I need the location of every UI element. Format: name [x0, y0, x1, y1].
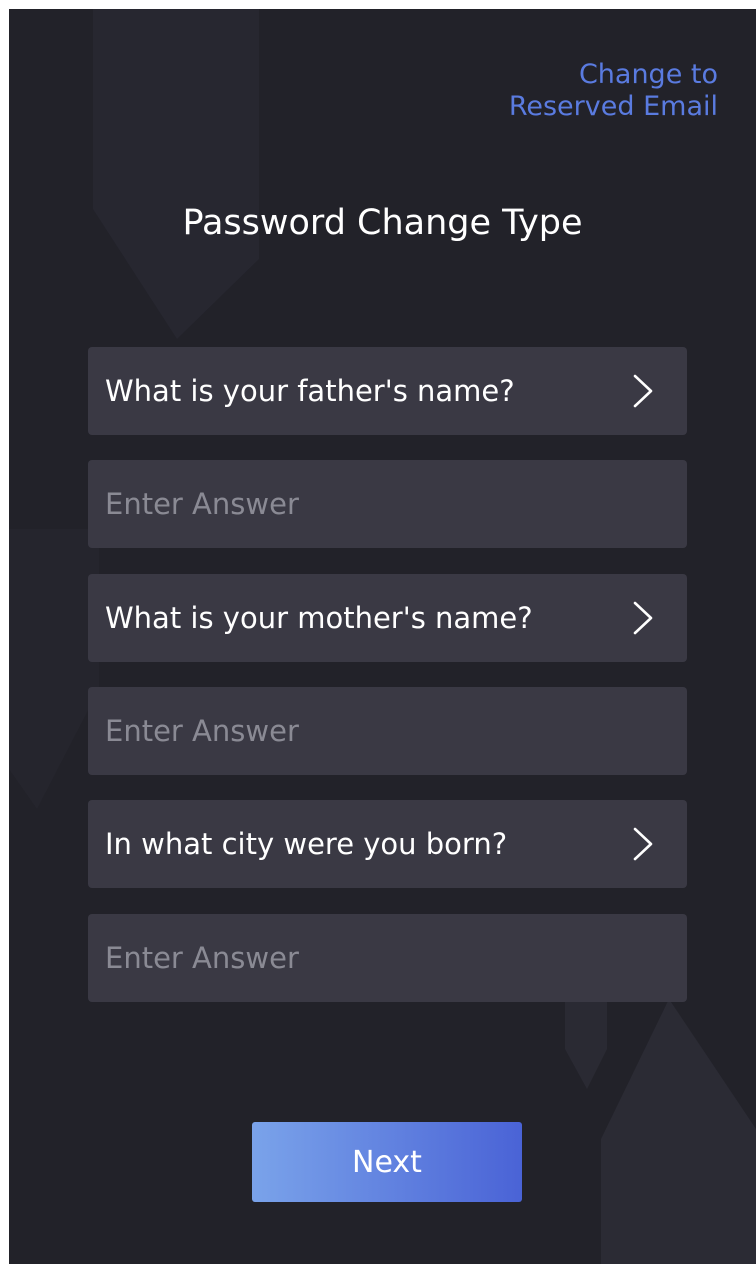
security-question-1-label: What is your father's name? [105, 374, 515, 408]
security-answer-1-input[interactable] [88, 460, 687, 548]
next-button[interactable]: Next [252, 1122, 522, 1202]
security-answer-2-input[interactable] [88, 687, 687, 775]
page-title: Password Change Type [182, 203, 583, 243]
security-question-2-label: What is your mother's name? [105, 601, 533, 635]
change-link-line1: Change to [578, 59, 718, 90]
security-question-1-select[interactable]: What is your father's name? [88, 347, 687, 435]
chevron-right-icon [633, 374, 653, 408]
chevron-right-icon [633, 601, 653, 635]
change-to-reserved-email-link[interactable]: Change to Reserved Email [509, 59, 718, 123]
security-question-3-label: In what city were you born? [105, 827, 508, 861]
security-answer-3-input[interactable] [88, 914, 687, 1002]
chevron-right-icon [633, 827, 653, 861]
change-link-line2: Reserved Email [508, 91, 718, 122]
password-change-screen: Change to Reserved Email Password Change… [9, 9, 756, 1264]
security-question-2-select[interactable]: What is your mother's name? [88, 574, 687, 662]
security-question-3-select[interactable]: In what city were you born? [88, 800, 687, 888]
